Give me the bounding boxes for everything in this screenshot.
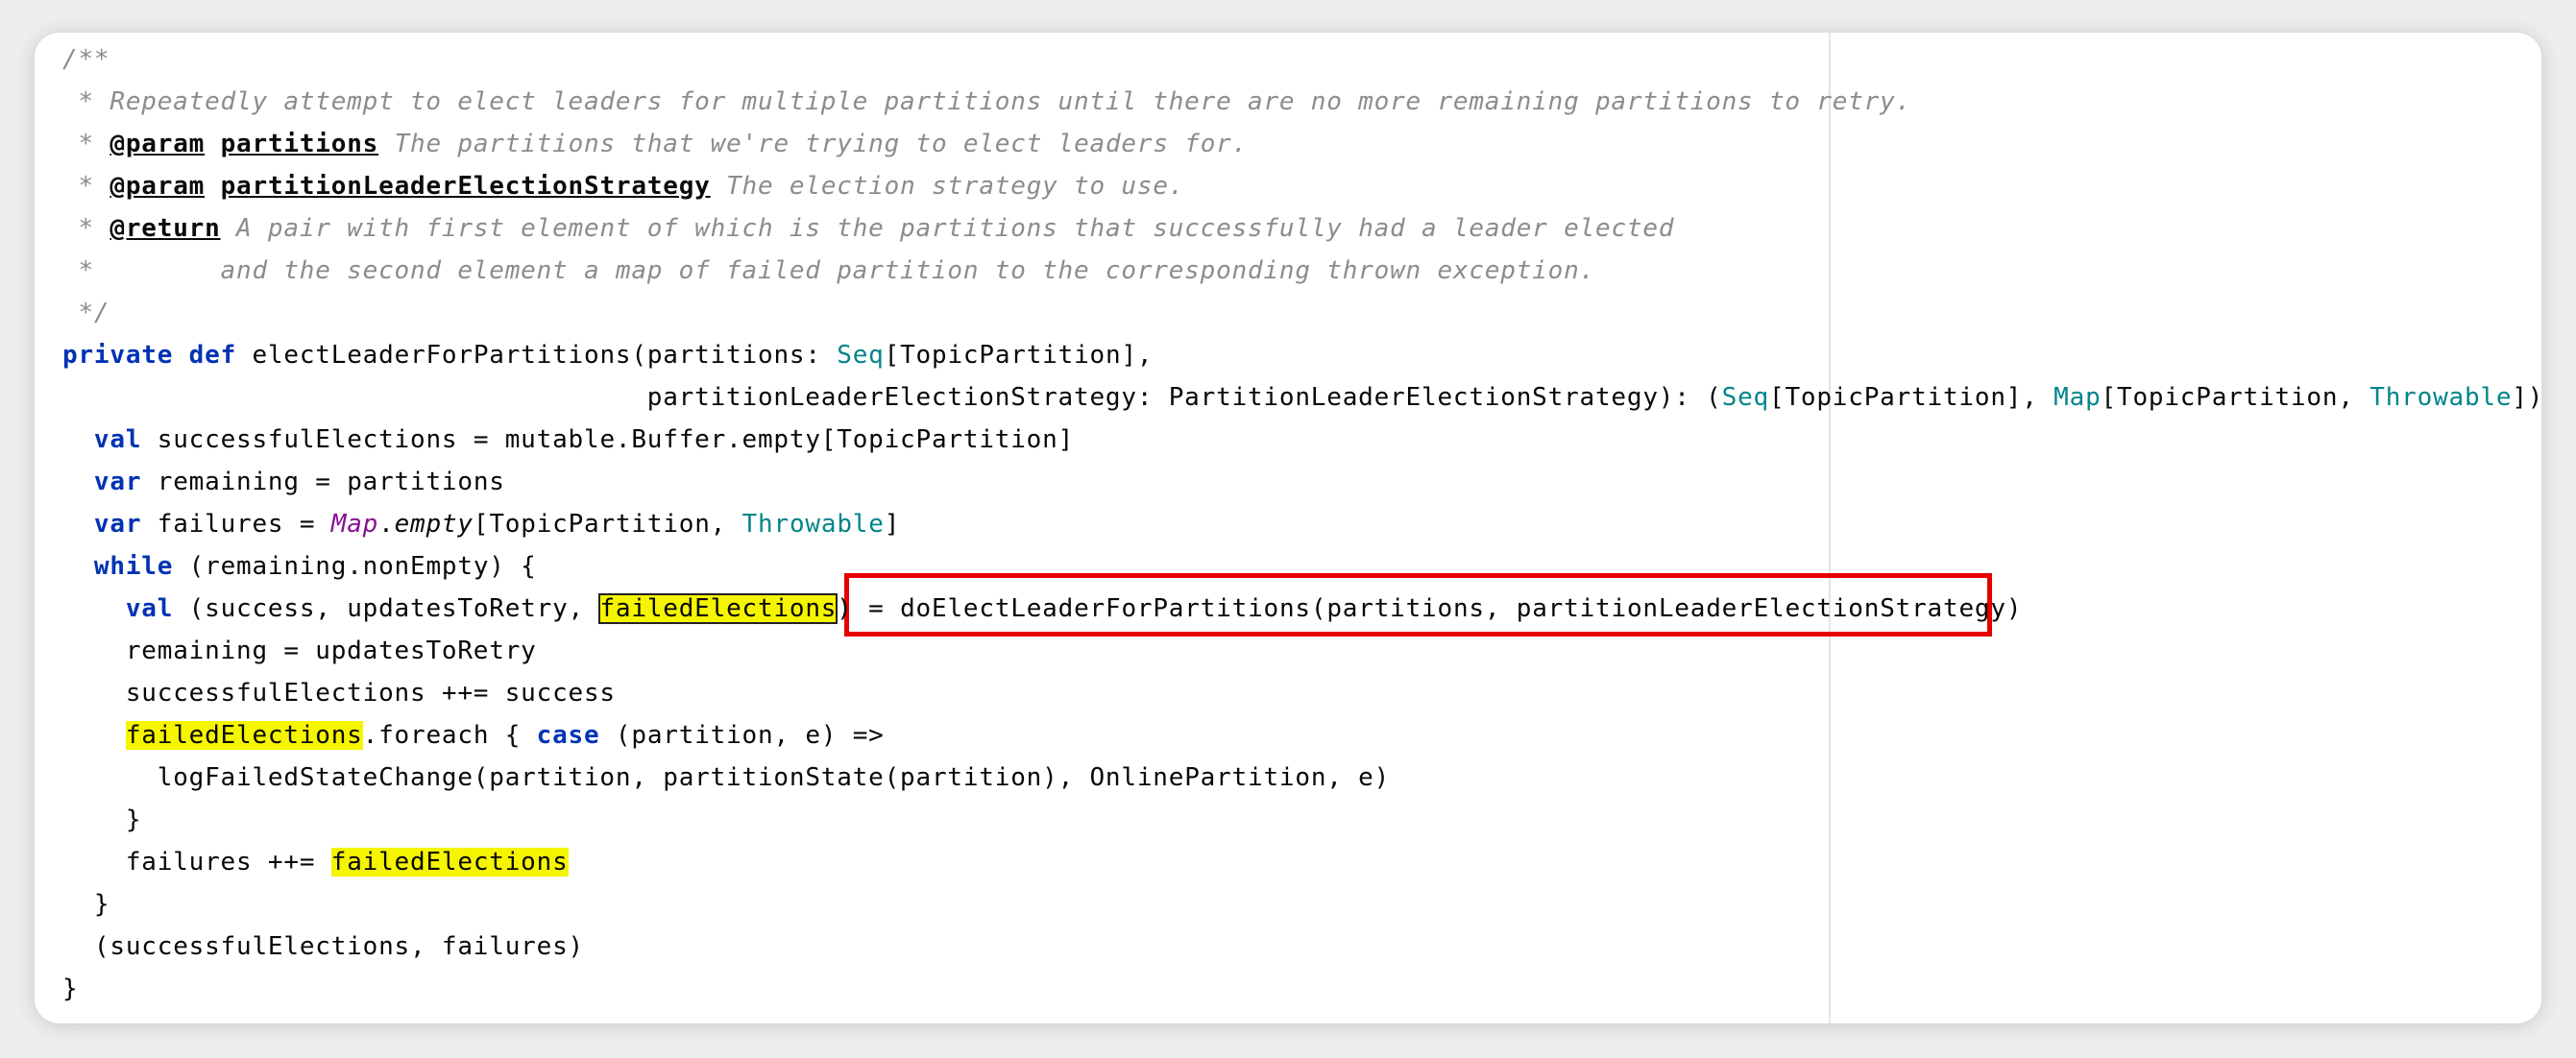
code-line: } [93, 890, 110, 919]
code-line: var failures = Map.empty[TopicPartition,… [93, 510, 901, 539]
code-line: successfulElections ++= success [125, 679, 616, 708]
code-line: val successfulElections = mutable.Buffer… [93, 425, 1075, 454]
code-line: remaining = updatesToRetry [125, 637, 537, 665]
code-line: * and the second element a map of failed… [62, 256, 1595, 285]
code-line: (successfulElections, failures) [93, 932, 584, 961]
code-line: partitionLeaderElectionStrategy: Partiti… [62, 383, 2541, 412]
code-line: failures ++= failedElections [125, 848, 569, 877]
code-line: /** [62, 45, 110, 74]
code-line: while (remaining.nonEmpty) { [93, 552, 537, 581]
code-line: * @param partitionLeaderElectionStrategy… [62, 172, 1185, 201]
code-line: var remaining = partitions [93, 468, 505, 496]
code-line: * @return A pair with first element of w… [62, 214, 1675, 243]
code-line: * @param partitions The partitions that … [62, 130, 1249, 158]
code-line: */ [62, 299, 110, 327]
code-editor-panel[interactable]: /** * Repeatedly attempt to elect leader… [35, 33, 2541, 1023]
highlighted-identifier[interactable]: failedElections [330, 848, 569, 877]
code-line: } [125, 806, 142, 834]
code-area[interactable]: /** * Repeatedly attempt to elect leader… [62, 38, 2541, 1010]
code-line: val (success, updatesToRetry, failedElec… [125, 593, 2023, 624]
code-line: private def electLeaderForPartitions(par… [62, 341, 1154, 370]
code-line: failedElections.foreach { case (partitio… [125, 721, 885, 750]
code-line: * Repeatedly attempt to elect leaders fo… [62, 87, 1912, 116]
highlighted-identifier[interactable]: failedElections [125, 721, 363, 750]
highlighted-identifier[interactable]: failedElections [598, 593, 838, 624]
code-line: logFailedStateChange(partition, partitio… [157, 763, 1391, 792]
code-line: } [62, 974, 79, 1003]
